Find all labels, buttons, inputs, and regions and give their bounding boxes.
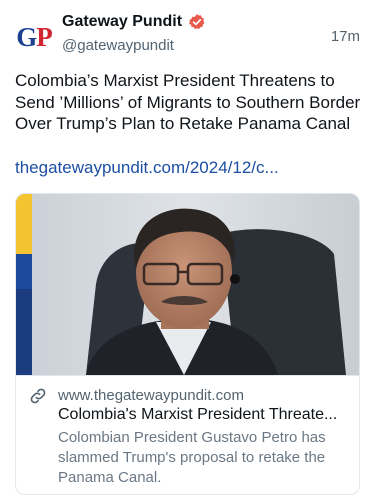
post-text: Colombia’s Marxist President Threatens t… [15,71,361,133]
link-icon [28,386,48,406]
account-handle[interactable]: @gatewaypundit [62,37,174,54]
post-timestamp[interactable]: 17m [331,28,360,45]
gp-logo: GP [16,21,52,52]
card-title[interactable]: Colombia's Marxist President Threate... [58,406,353,424]
link-preview-card[interactable]: www.thegatewaypundit.com Colombia's Marx… [15,193,360,495]
post-header: GP Gateway Pundit @gatewaypundit 17m [0,0,375,70]
avatar[interactable]: GP [15,18,53,56]
card-domain: www.thegatewaypundit.com [58,387,244,404]
author-name-row: Gateway Pundit [62,13,206,31]
verified-badge-icon [188,13,206,31]
card-body[interactable]: www.thegatewaypundit.com Colombia's Marx… [16,375,359,494]
post-link[interactable]: thegatewaypundit.com/2024/12/c... [15,158,365,178]
account-name[interactable]: Gateway Pundit [62,13,182,31]
card-thumbnail-image[interactable] [16,194,359,375]
card-description: Colombian President Gustavo Petro has sl… [58,429,326,486]
